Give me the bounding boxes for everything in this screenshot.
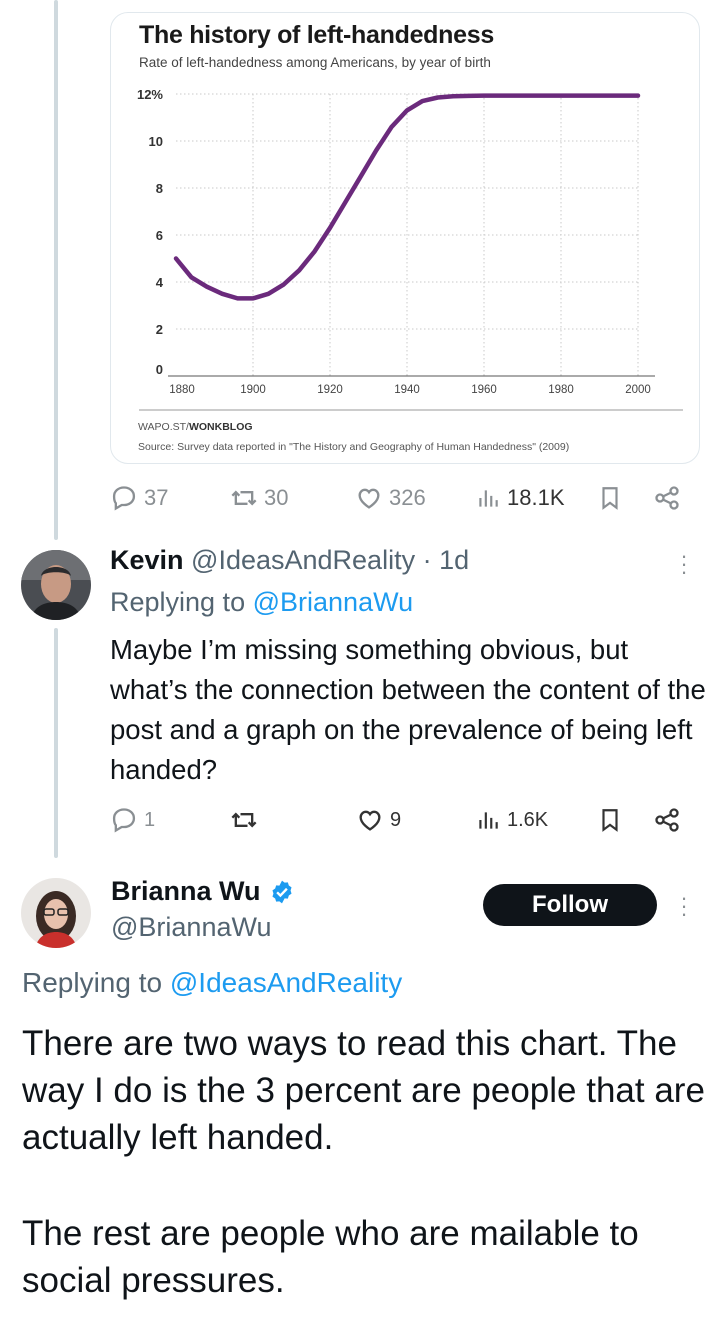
y-tick-label: 12%: [137, 87, 163, 102]
repost-button[interactable]: [230, 806, 258, 834]
reply-count: 1: [144, 808, 156, 831]
reply-count: 37: [144, 485, 169, 510]
replying-prefix: Replying to: [22, 967, 163, 998]
like-count: 9: [390, 808, 402, 831]
more-icon[interactable]: · · ·: [672, 545, 696, 583]
reply-icon: [112, 486, 136, 511]
repost-icon: [231, 490, 257, 506]
post-time[interactable]: · 1d: [423, 545, 470, 575]
views-icon: [479, 490, 498, 507]
tweet-actions: 37 30 326 18.1K: [110, 481, 690, 515]
like-count: 326: [389, 485, 426, 510]
y-tick-label: 10: [149, 134, 163, 149]
reply-icon: [112, 808, 136, 833]
avatar-brianna[interactable]: [21, 878, 91, 948]
share-icon: [655, 486, 679, 510]
author-handle[interactable]: @BriannaWu: [111, 912, 271, 943]
bookmark-button[interactable]: [597, 806, 623, 834]
chart-image-card[interactable]: 0 2 4 6 8 10 12% 1880 1900 1920 1940 1960 1980 2000 T…: [110, 12, 700, 464]
like-icon: [358, 488, 380, 509]
avatar-kevin[interactable]: [21, 550, 91, 620]
author-name[interactable]: Kevin: [110, 545, 184, 575]
replying-to-line: Replying to @BriannaWu: [110, 587, 413, 618]
views-icon: [479, 812, 498, 829]
replying-to-line: Replying to @IdeasAndReality: [22, 967, 402, 999]
bookmark-button[interactable]: [597, 484, 623, 512]
reply2-text-p1: There are two ways to read this chart. T…: [22, 1024, 705, 1157]
reply-button[interactable]: 37: [110, 484, 168, 512]
avatar-image: [21, 878, 91, 948]
share-button[interactable]: [653, 484, 681, 512]
avatar-image: [21, 550, 91, 620]
reply2-header: Brianna Wu: [111, 876, 295, 907]
replying-to-link[interactable]: @IdeasAndReality: [170, 967, 402, 998]
x-tick-label: 1920: [317, 384, 343, 396]
repost-count: 30: [264, 485, 289, 510]
y-tick-label: 6: [156, 228, 163, 243]
thread-line-kevin: [54, 628, 58, 858]
y-tick-label: 4: [156, 275, 164, 290]
y-tick-label: 2: [156, 322, 163, 337]
credit-prefix: WAPO.ST/: [138, 421, 189, 433]
share-icon: [655, 808, 679, 832]
reply1-text: Maybe I’m missing something obvious, but…: [110, 634, 706, 785]
reply2-text-p2: The rest are people who are mailable to …: [22, 1214, 639, 1300]
credit-bold: WONKBLOG: [188, 421, 253, 433]
replying-prefix: Replying to: [110, 587, 246, 617]
views-button[interactable]: 18.1K: [475, 484, 565, 512]
like-button[interactable]: 326: [355, 484, 426, 512]
verified-badge-icon: [271, 880, 292, 903]
x-tick-label: 1960: [471, 384, 497, 396]
author-name[interactable]: Brianna Wu: [111, 876, 261, 907]
bookmark-icon: [602, 809, 618, 832]
thread-line-top: [54, 0, 58, 540]
chart-title: The history of left-handedness: [139, 21, 494, 49]
reply-button[interactable]: 1: [110, 806, 155, 834]
x-tick-label: 1900: [240, 384, 266, 396]
repost-button[interactable]: 30: [230, 484, 288, 512]
x-tick-label: 2000: [625, 384, 651, 396]
y-tick-label: 0: [156, 362, 163, 377]
follow-button[interactable]: Follow: [483, 884, 657, 926]
bookmark-icon: [602, 487, 618, 510]
views-count: 1.6K: [507, 808, 549, 831]
author-handle[interactable]: @IdeasAndReality: [191, 545, 415, 575]
y-tick-label: 8: [156, 181, 163, 196]
like-button[interactable]: 9: [356, 806, 401, 834]
share-button[interactable]: [653, 806, 681, 834]
chart-source: Source: Survey data reported in "The His…: [138, 441, 570, 453]
reply1-actions: 1 9 1.6K: [110, 803, 690, 837]
x-tick-label: 1880: [169, 384, 195, 396]
repost-icon: [231, 812, 257, 828]
replying-to-link[interactable]: @BriannaWu: [253, 587, 413, 617]
like-icon: [359, 810, 381, 831]
chart-plot: 0 2 4 6 8 10 12% 1880 1900 1920 1940 1960 1980 2000: [137, 87, 683, 411]
x-tick-label: 1980: [548, 384, 574, 396]
reply1-header: Kevin @IdeasAndReality · 1d: [110, 545, 469, 576]
x-tick-label: 1940: [394, 384, 420, 396]
chart-subtitle: Rate of left-handedness among Americans,…: [139, 55, 491, 70]
views-button[interactable]: 1.6K: [475, 806, 548, 834]
views-count: 18.1K: [507, 485, 565, 510]
more-icon[interactable]: · · ·: [672, 887, 696, 925]
chart-credit: WAPO.ST/WONKBLOG: [138, 421, 253, 433]
